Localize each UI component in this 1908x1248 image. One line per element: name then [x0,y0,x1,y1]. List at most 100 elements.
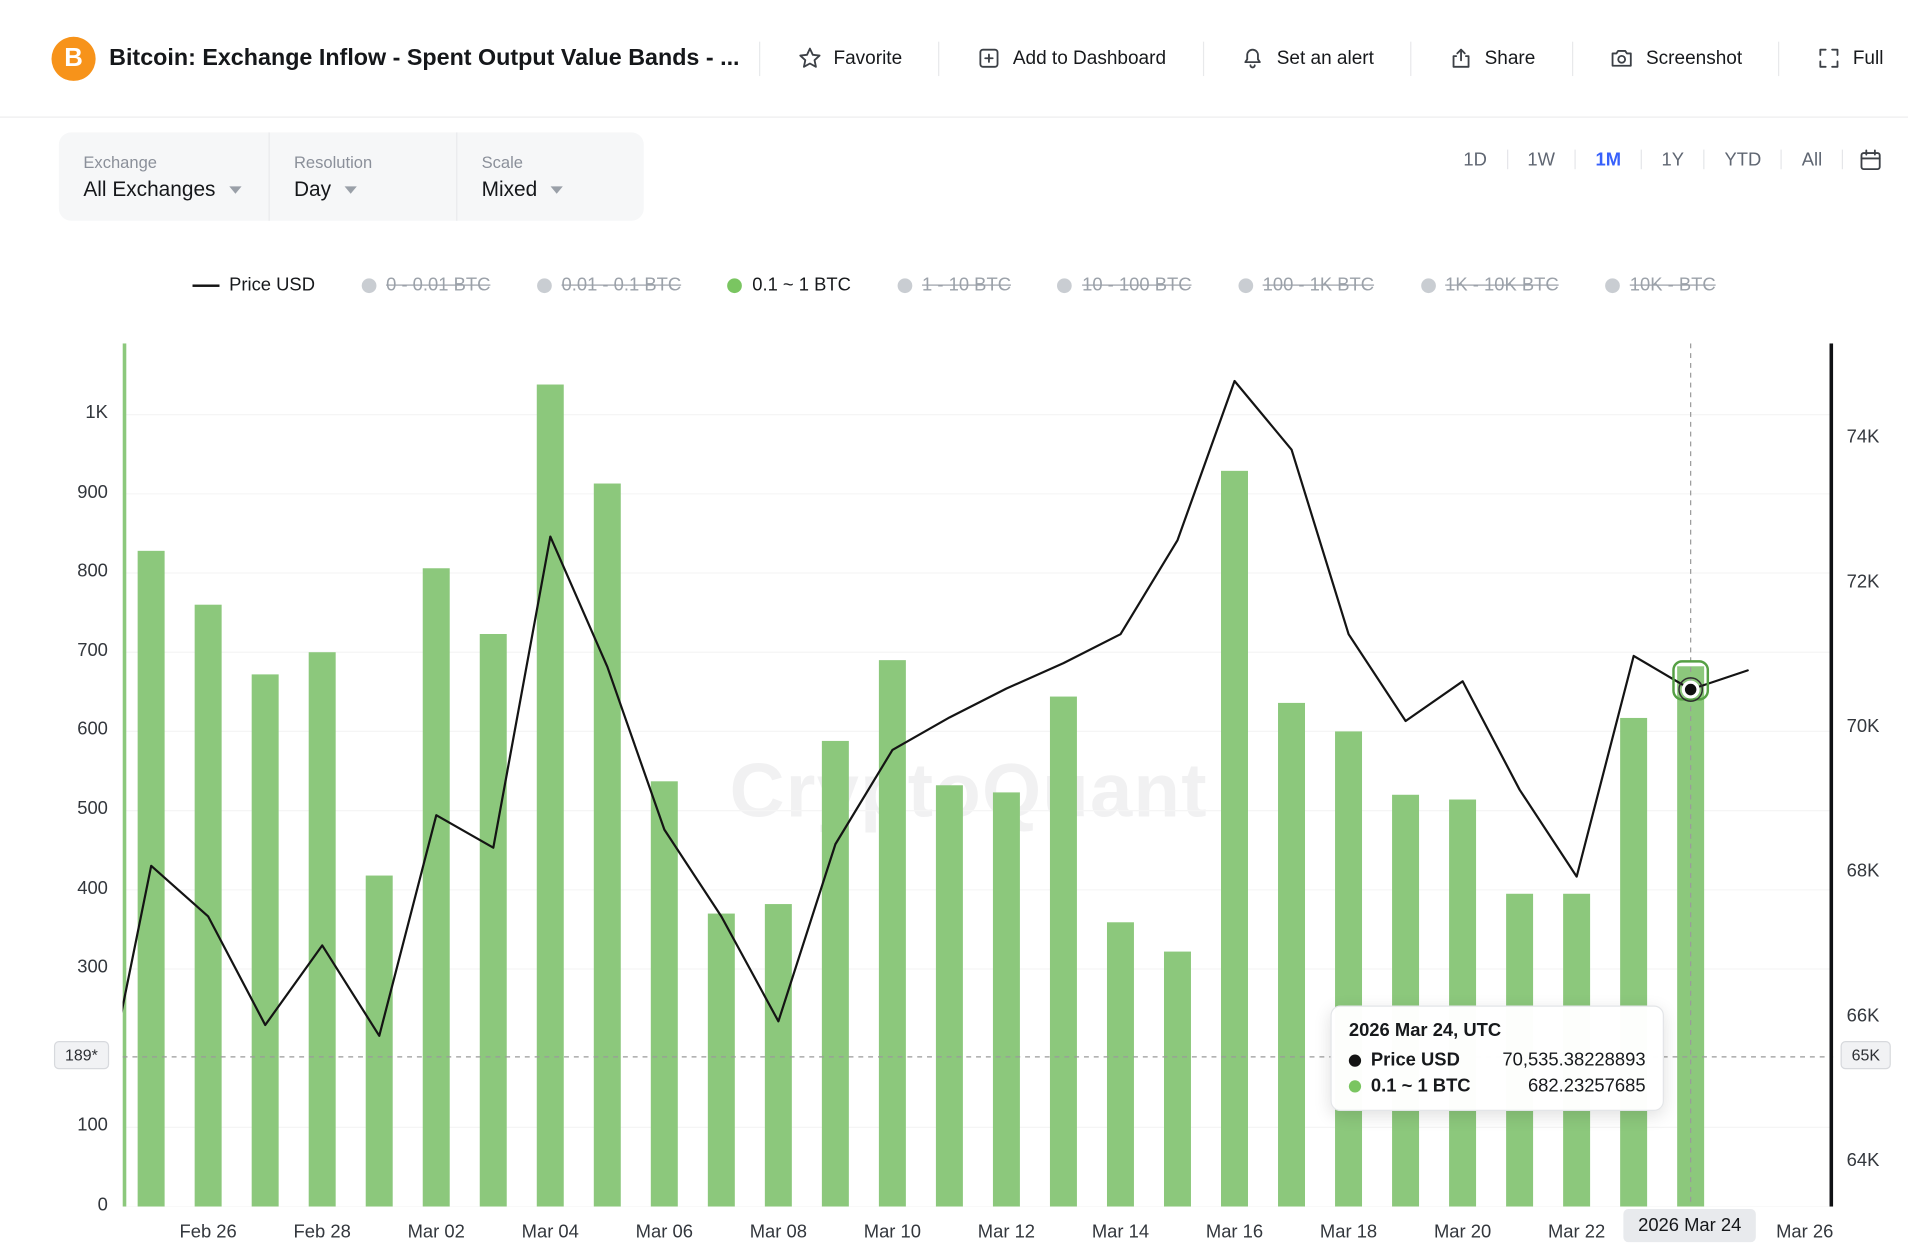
x-axis-label: Mar 20 [1407,1221,1517,1242]
inflow-bar[interactable] [1164,952,1191,1207]
exchange-value: All Exchanges [83,178,215,203]
inflow-bar[interactable] [537,385,564,1207]
header-actions: Favorite Add to Dashboard Set an alert S… [759,41,1883,75]
range-all-button[interactable]: All [1782,140,1842,179]
legend-label: 0.01 - 0.1 BTC [562,275,682,296]
screenshot-label: Screenshot [1646,47,1742,69]
resolution-select[interactable]: Resolution Day [268,132,456,220]
resolution-label: Resolution [294,153,429,171]
legend-item[interactable]: 0.1 ~ 1 BTC [728,275,851,296]
dot-swatch-icon [1421,278,1436,293]
add-to-dashboard-button[interactable]: Add to Dashboard [976,45,1166,71]
crosshair-left-value: 189* [54,1041,109,1069]
dot-swatch-icon [898,278,913,293]
price-point-marker [1683,682,1698,697]
header: B Bitcoin: Exchange Inflow - Spent Outpu… [0,0,1908,118]
share-label: Share [1485,47,1536,69]
legend-item[interactable]: 0.01 - 0.1 BTC [537,275,681,296]
inflow-bar[interactable] [1050,697,1077,1207]
inflow-bar[interactable] [1278,703,1305,1207]
legend-item[interactable]: 1K - 10K BTC [1421,275,1559,296]
range-buttons: 1D1W1M1YYTDAll [1444,140,1842,179]
series-dot-icon [1349,1054,1361,1066]
clipped-bar [123,343,127,1206]
inflow-bar[interactable] [309,652,336,1206]
fullscreen-button[interactable]: Full [1816,45,1883,71]
inflow-bar[interactable] [879,660,906,1206]
legend-item[interactable]: Price USD [192,275,315,296]
legend-item[interactable]: 1 - 10 BTC [898,275,1011,296]
share-button[interactable]: Share [1448,45,1536,71]
x-axis-label: Mar 06 [609,1221,719,1242]
inflow-bar[interactable] [138,551,165,1207]
x-axis-label: Mar 26 [1750,1221,1860,1242]
inflow-bar[interactable] [480,634,507,1207]
y-axis-left-label: 500 [37,798,108,819]
x-axis-label: Mar 18 [1293,1221,1403,1242]
chart-area: CryptoQuant 189* 65K 2026 Mar 24 2026 Ma… [0,343,1908,1248]
legend-item[interactable]: 0 - 0.01 BTC [362,275,491,296]
inflow-bar[interactable] [993,792,1020,1206]
inflow-bar[interactable] [765,904,792,1207]
legend-label: 10K - BTC [1630,275,1716,296]
x-axis-label: Feb 26 [153,1221,263,1242]
tooltip-series-label: 0.1 ~ 1 BTC [1371,1075,1471,1096]
calendar-icon [1858,147,1884,173]
inflow-bar[interactable] [1620,718,1647,1207]
divider [1410,41,1411,75]
scale-label: Scale [482,153,617,171]
inflow-bar[interactable] [936,785,963,1206]
range-1m-button[interactable]: 1M [1576,140,1641,179]
x-axis-label: Mar 22 [1521,1221,1631,1242]
legend-item[interactable]: 10 - 100 BTC [1058,275,1192,296]
y-axis-left-label: 700 [37,640,108,661]
y-axis-left-label: 300 [37,957,108,978]
y-axis-right-label: 74K [1847,427,1908,448]
chart-legend: Price USD 0 - 0.01 BTC 0.01 - 0.1 BTC 0.1 ~… [0,275,1908,296]
scale-select[interactable]: Scale Mixed [456,132,644,220]
y-axis-right-label: 64K [1847,1150,1908,1171]
legend-label: Price USD [229,275,315,296]
y-axis-right-label: 66K [1847,1005,1908,1026]
dashboard-add-icon [976,45,1002,71]
line-swatch-icon [192,284,219,286]
dot-swatch-icon [728,278,743,293]
fullscreen-icon [1816,45,1842,71]
legend-item[interactable]: 100 - 1K BTC [1238,275,1374,296]
x-axis-label: Mar 16 [1179,1221,1289,1242]
inflow-bar[interactable] [822,741,849,1207]
dot-swatch-icon [1605,278,1620,293]
inflow-bar[interactable] [366,876,393,1207]
inflow-bar[interactable] [1392,795,1419,1207]
inflow-bar[interactable] [594,484,621,1207]
y-axis-left-label: 600 [37,719,108,740]
x-axis-label: Mar 10 [837,1221,947,1242]
range-1d-button[interactable]: 1D [1444,140,1507,179]
range-ytd-button[interactable]: YTD [1705,140,1781,179]
calendar-button[interactable] [1858,147,1884,173]
inflow-bar[interactable] [1449,800,1476,1207]
x-axis-label: Mar 12 [951,1221,1061,1242]
range-1w-button[interactable]: 1W [1508,140,1575,179]
filters-panel: Exchange All Exchanges Resolution Day Sc… [59,132,644,220]
favorite-button[interactable]: Favorite [797,45,902,71]
screenshot-button[interactable]: Screenshot [1609,45,1742,71]
set-alert-button[interactable]: Set an alert [1240,45,1374,71]
inflow-bar[interactable] [252,674,279,1206]
inflow-bar[interactable] [1221,471,1248,1207]
range-1y-button[interactable]: 1Y [1642,140,1704,179]
legend-item[interactable]: 10K - BTC [1605,275,1715,296]
inflow-bar[interactable] [1335,731,1362,1206]
dot-swatch-icon [537,278,552,293]
legend-label: 1K - 10K BTC [1445,275,1558,296]
crosshair-date-label: 2026 Mar 24 [1623,1209,1756,1242]
inflow-bar[interactable] [423,568,450,1206]
exchange-select[interactable]: Exchange All Exchanges [59,132,268,220]
x-axis-label: Mar 04 [495,1221,605,1242]
dot-swatch-icon [362,278,377,293]
inflow-bar[interactable] [1107,922,1134,1206]
inflow-bar[interactable] [195,605,222,1207]
inflow-bar[interactable] [708,914,735,1207]
x-axis-label: Mar 02 [381,1221,491,1242]
chart-tooltip: 2026 Mar 24, UTC Price USD 70,535.382288… [1330,1006,1664,1111]
